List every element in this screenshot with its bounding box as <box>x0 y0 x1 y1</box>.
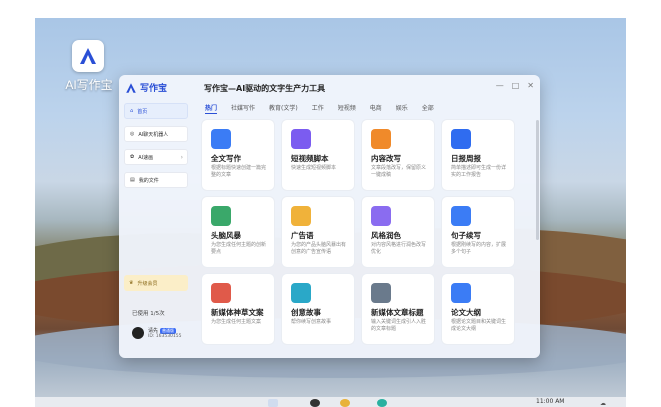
taskbar-app-icon[interactable] <box>377 399 387 407</box>
desktop-background: AI写作宝 写作宝 写作宝—AI驱动的文字生产力工具 — □ ✕ ⌂ 首页 ◎ … <box>35 18 626 407</box>
chat-icon: ◎ <box>130 131 135 137</box>
tab-hot[interactable]: 热门 <box>205 103 218 114</box>
sidebar-item-ai-chatbot[interactable]: ◎ AI聊天机器人 <box>124 126 188 142</box>
usage-count: 已使用 1/5次 <box>132 311 165 317</box>
tool-card[interactable]: 新媒体文章标题输入关键词生成引人入胜的文章标题 <box>362 274 434 344</box>
card-desc: 为您的产品头脑风暴出有创意的广告宣传语 <box>291 242 347 255</box>
sidebar-item-label: 首页 <box>137 108 148 115</box>
app-logo: 写作宝 <box>125 81 167 94</box>
card-title: 广告语 <box>291 231 314 240</box>
tab-entertainment[interactable]: 娱乐 <box>396 103 408 114</box>
tool-card[interactable]: 广告语为您的产品头脑风暴出有创意的广告宣传语 <box>282 197 354 267</box>
taskbar-clock: 11:00 AM <box>536 398 565 405</box>
continue-icon <box>451 206 471 226</box>
tool-card[interactable]: 内容改写文章段落改写，保留原义一键成稿 <box>362 120 434 190</box>
taskbar-app-icon[interactable] <box>310 399 320 407</box>
app-logo-icon <box>126 82 136 93</box>
card-title: 句子续写 <box>451 231 481 240</box>
scrollbar[interactable] <box>536 120 539 240</box>
tool-card[interactable]: 新媒体神草文案 为您生成任何主题文案 <box>202 274 274 344</box>
polish-icon <box>371 206 391 226</box>
card-title: 创意故事 <box>291 308 321 317</box>
card-desc: 简单描述即可生成一份详实的工作报告 <box>451 165 507 178</box>
sidebar-item-ai-drawing[interactable]: ✿ AI速画 › <box>124 149 188 165</box>
card-title: 新媒体文章标题 <box>371 308 424 317</box>
tab-work[interactable]: 工作 <box>312 103 324 114</box>
sidebar: ⌂ 首页 ◎ AI聊天机器人 ✿ AI速画 › ▤ 我的文件 <box>124 103 188 195</box>
card-desc: 输入关键词生成引人入胜的文章标题 <box>371 319 427 332</box>
upgrade-button[interactable]: ♛ 升级会员 <box>124 275 188 291</box>
upgrade-label: 升级会员 <box>137 280 158 287</box>
tab-all[interactable]: 全部 <box>422 103 434 114</box>
book-icon <box>211 283 231 303</box>
card-desc: 根据刚续写的内容，扩展多个句子 <box>451 242 507 255</box>
tool-card[interactable]: 论文大纲根据论文题目和关键词生成论文大纲 <box>442 274 514 344</box>
category-tabs: 热门 社媒写作 教育(文学) 工作 短视频 电商 娱乐 全部 <box>205 103 434 114</box>
report-icon <box>451 129 471 149</box>
sidebar-item-label: AI速画 <box>138 154 154 161</box>
sidebar-item-label: 我的文件 <box>138 177 159 184</box>
card-desc: 根据论文题目和关键词生成论文大纲 <box>451 319 507 332</box>
card-title: 内容改写 <box>371 154 401 163</box>
card-desc: 文章段落改写，保留原义一键成稿 <box>371 165 427 178</box>
sidebar-item-my-files[interactable]: ▤ 我的文件 <box>124 172 188 188</box>
chevron-right-icon: › <box>180 153 183 161</box>
card-title: 风格润色 <box>371 231 401 240</box>
tool-card[interactable]: 风格润色对内容风格进行润色改写优化 <box>362 197 434 267</box>
card-desc: 快速生成短视频脚本 <box>291 165 337 171</box>
close-button[interactable]: ✕ <box>527 81 534 90</box>
card-desc: 对内容风格进行润色改写优化 <box>371 242 427 255</box>
sidebar-item-label: AI聊天机器人 <box>138 131 169 138</box>
card-title: 头脑风暴 <box>211 231 241 240</box>
avatar <box>132 327 144 339</box>
taskbar-app-icon[interactable] <box>268 399 278 407</box>
home-icon: ⌂ <box>130 108 134 114</box>
card-desc: 为您生成任何主题文案 <box>211 319 262 325</box>
document-icon <box>211 129 231 149</box>
tool-card[interactable]: 头脑风暴为您生成任何主题的创新要点 <box>202 197 274 267</box>
card-desc: 帮你续写创意故事 <box>291 319 332 325</box>
ai-writer-desktop-icon[interactable] <box>72 40 104 72</box>
minimize-button[interactable]: — <box>496 81 504 90</box>
card-title: 日报周报 <box>451 154 481 163</box>
tab-education[interactable]: 教育(文学) <box>269 103 298 114</box>
rewrite-icon <box>371 129 391 149</box>
megaphone-icon <box>291 206 311 226</box>
tool-card[interactable]: 创意故事帮你续写创意故事 <box>282 274 354 344</box>
palette-icon: ✿ <box>130 154 135 160</box>
taskbar-app-icon[interactable] <box>340 399 350 407</box>
sidebar-item-home[interactable]: ⌂ 首页 <box>124 103 188 119</box>
tab-ecommerce[interactable]: 电商 <box>370 103 382 114</box>
user-profile[interactable]: 请先 普通版 ID: 163530155 <box>132 327 182 339</box>
desktop-icon-label: AI写作宝 <box>65 78 113 92</box>
headline-icon <box>371 283 391 303</box>
app-window: 写作宝 写作宝—AI驱动的文字生产力工具 — □ ✕ ⌂ 首页 ◎ AI聊天机器… <box>119 75 540 358</box>
card-title: 论文大纲 <box>451 308 481 317</box>
card-title: 短视频脚本 <box>291 154 329 163</box>
tab-short-video[interactable]: 短视频 <box>338 103 356 114</box>
tool-card[interactable]: 短视频脚本快速生成短视频脚本 <box>282 120 354 190</box>
window-title: 写作宝—AI驱动的文字生产力工具 <box>204 84 326 93</box>
ai-writer-logo-icon <box>80 48 96 64</box>
cloud-icon[interactable]: ☁ <box>600 400 606 407</box>
maximize-button[interactable]: □ <box>512 81 520 90</box>
crown-icon: ♛ <box>129 280 134 286</box>
card-desc: 根据标题快速创建一篇完整的文章 <box>211 165 267 178</box>
tab-social-writing[interactable]: 社媒写作 <box>231 103 255 114</box>
outline-icon <box>451 283 471 303</box>
user-id: ID: 163530155 <box>148 334 182 339</box>
tool-card[interactable]: 全文写作根据标题快速创建一篇完整的文章 <box>202 120 274 190</box>
brainstorm-icon <box>211 206 231 226</box>
story-icon <box>291 283 311 303</box>
card-title: 新媒体神草文案 <box>211 308 264 317</box>
tool-card[interactable]: 句子续写根据刚续写的内容，扩展多个句子 <box>442 197 514 267</box>
tool-card-grid: 全文写作根据标题快速创建一篇完整的文章 短视频脚本快速生成短视频脚本 内容改写文… <box>202 120 516 344</box>
card-title: 全文写作 <box>211 154 241 163</box>
card-desc: 为您生成任何主题的创新要点 <box>211 242 267 255</box>
video-icon <box>291 129 311 149</box>
tool-card[interactable]: 日报周报简单描述即可生成一份详实的工作报告 <box>442 120 514 190</box>
file-icon: ▤ <box>130 177 135 183</box>
app-logo-text: 写作宝 <box>140 84 168 94</box>
